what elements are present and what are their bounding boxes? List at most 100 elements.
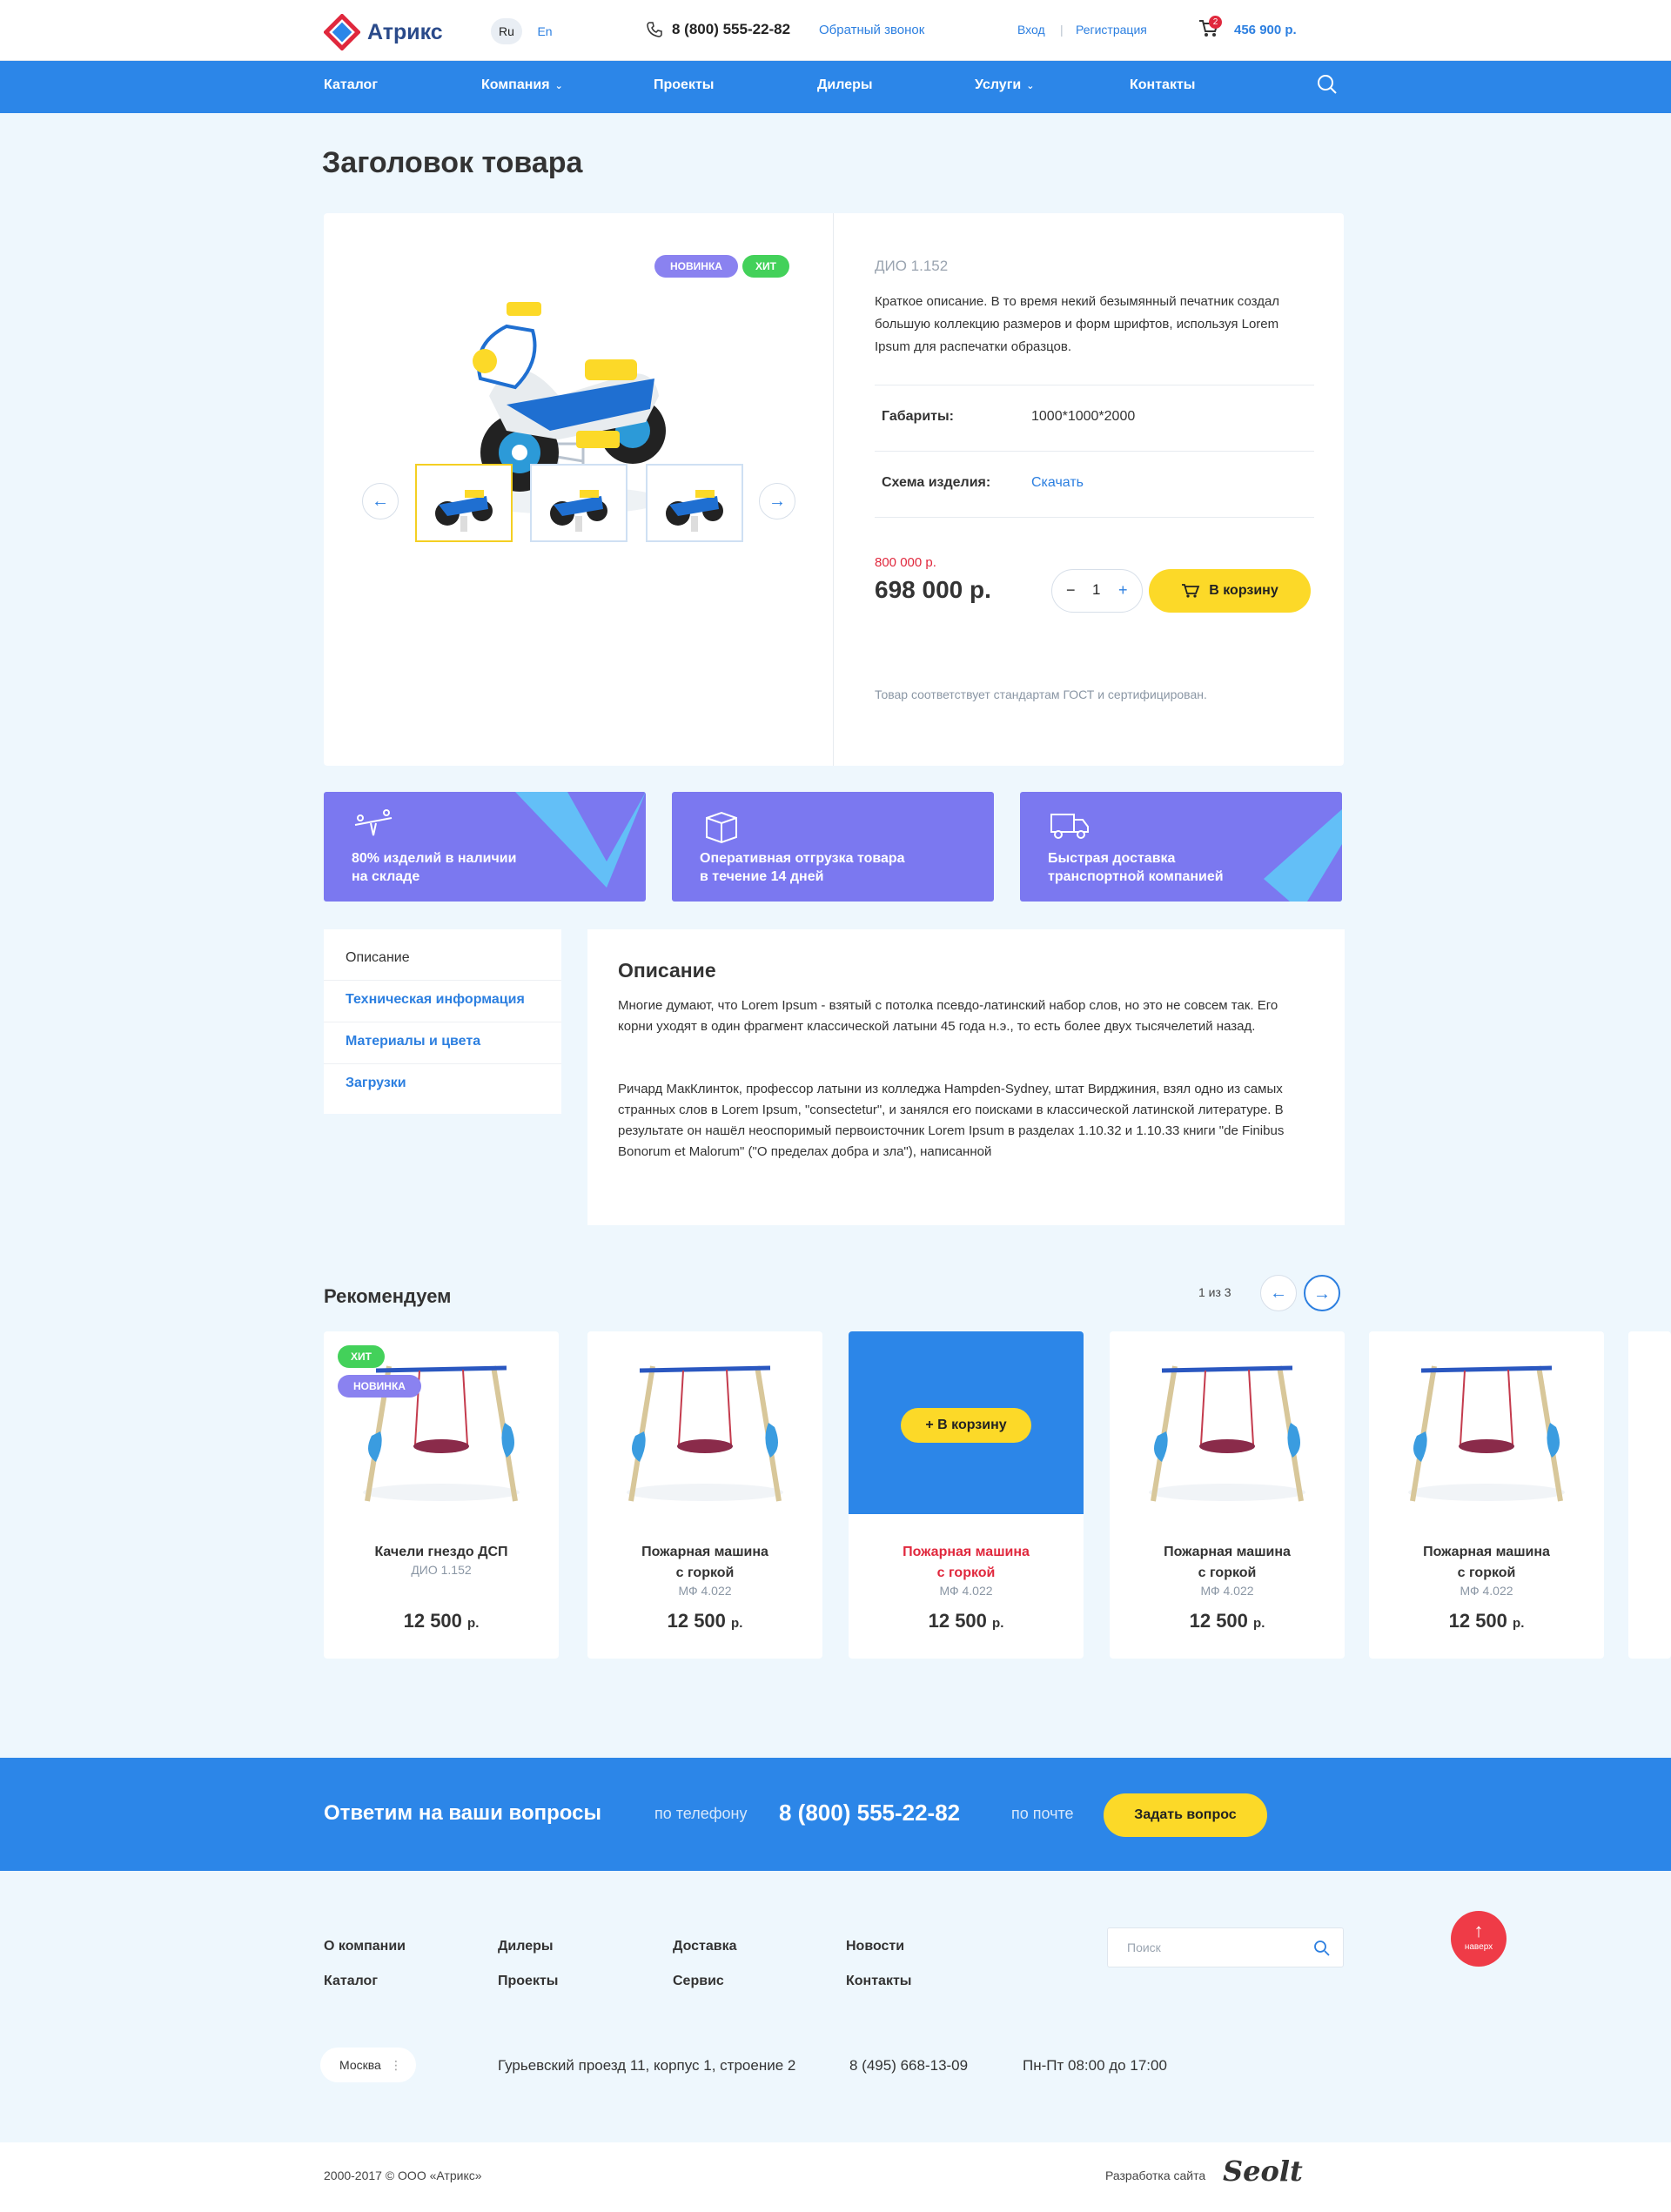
product-name[interactable]: Пожарная машина с горкой bbox=[1369, 1542, 1604, 1584]
product-name[interactable]: Пожарная машина с горкой bbox=[1110, 1542, 1345, 1584]
nav-company[interactable]: Компания ⌄ bbox=[481, 77, 563, 93]
product-sku: ДИО 1.152 bbox=[411, 1563, 472, 1577]
cart-icon bbox=[1182, 584, 1200, 598]
header-phone[interactable]: 8 (800) 555-22-82 bbox=[646, 21, 790, 38]
logo-text: Атрикс bbox=[367, 19, 443, 44]
logo[interactable]: Атрикс bbox=[323, 13, 443, 51]
cart-sum[interactable]: 456 900 р. bbox=[1234, 23, 1297, 37]
city-selector[interactable]: Москва ⋮ bbox=[320, 2048, 416, 2082]
tab-tech-info[interactable]: Техническая информация bbox=[346, 992, 525, 1008]
price-currency: р. bbox=[1253, 1616, 1265, 1631]
arrow-right-icon: → bbox=[1313, 1284, 1331, 1304]
footer-link-dealers[interactable]: Дилеры bbox=[498, 1939, 554, 1954]
product-name-line-2: с горкой bbox=[1198, 1565, 1257, 1580]
add-to-cart-button[interactable]: + В корзину bbox=[901, 1408, 1031, 1443]
qty-minus-button[interactable]: − bbox=[1066, 581, 1076, 600]
nav-label: Проекты bbox=[654, 77, 715, 92]
footer-link-catalog[interactable]: Каталог bbox=[324, 1974, 378, 1989]
price-value: 12 500 bbox=[667, 1610, 726, 1632]
footer-phone[interactable]: 8 (495) 668-13-09 bbox=[849, 2057, 968, 2075]
spec-value-dimensions: 1000*1000*2000 bbox=[1031, 409, 1136, 424]
recommend-prev-button[interactable]: ← bbox=[1260, 1275, 1297, 1311]
gallery-next-button[interactable]: → bbox=[759, 483, 795, 519]
footer-link-projects[interactable]: Проекты bbox=[498, 1974, 558, 1989]
product-name[interactable]: Качели гнездо ДСП bbox=[324, 1542, 559, 1563]
thumbnail-3[interactable] bbox=[646, 464, 743, 542]
callback-link[interactable]: Обратный звонок bbox=[819, 23, 924, 37]
feature-delivery: Быстрая доставка транспортной компанией bbox=[1020, 792, 1342, 902]
tab-downloads[interactable]: Загрузки bbox=[346, 1076, 406, 1091]
description-panel: Описание Многие думают, что Lorem Ipsum … bbox=[587, 929, 1345, 1225]
product-image[interactable] bbox=[1369, 1331, 1604, 1514]
description-paragraph-2: Ричард МакКлинток, профессор латыни из к… bbox=[618, 1082, 1285, 1159]
thumbnail-1[interactable] bbox=[415, 464, 513, 542]
developer-logo[interactable]: Seolt bbox=[1223, 2155, 1303, 2188]
product-card[interactable]: ХИТ НОВИНКА Качели гнездо ДСП ДИО 1.152 12 5… bbox=[324, 1331, 559, 1659]
price-value: 12 500 bbox=[403, 1610, 462, 1632]
download-scheme-link[interactable]: Скачать bbox=[1031, 475, 1084, 491]
feature-shipping: Оперативная отгрузка товара в течение 14 … bbox=[672, 792, 994, 902]
search-icon[interactable] bbox=[1313, 1940, 1331, 1957]
qty-value[interactable]: 1 bbox=[1092, 581, 1100, 599]
cta-phone[interactable]: 8 (800) 555-22-82 bbox=[779, 1800, 960, 1827]
footer-link-service[interactable]: Сервис bbox=[673, 1974, 724, 1989]
product-image[interactable] bbox=[587, 1331, 822, 1514]
cta-by-phone: по телефону bbox=[654, 1805, 748, 1822]
nav-services[interactable]: Услуги ⌄ bbox=[975, 77, 1034, 93]
recommend-next-button[interactable]: → bbox=[1304, 1275, 1340, 1311]
footer-link-about[interactable]: О компании bbox=[324, 1939, 406, 1954]
price-value: 12 500 bbox=[1189, 1610, 1248, 1632]
product-image[interactable] bbox=[1110, 1331, 1345, 1514]
product-price: 12 500 р. bbox=[1369, 1610, 1604, 1632]
footer-search-input[interactable]: Поиск bbox=[1107, 1927, 1344, 1967]
nav-label: Каталог bbox=[324, 77, 378, 92]
scroll-up-button[interactable]: ↑ наверх bbox=[1451, 1911, 1507, 1967]
product-card-peek bbox=[1628, 1331, 1671, 1659]
product-card[interactable]: Пожарная машина с горкой МФ 4.022 12 500 р. bbox=[1369, 1331, 1604, 1659]
login-link[interactable]: Вход bbox=[1017, 23, 1045, 37]
product-card[interactable]: Пожарная машина с горкой МФ 4.022 12 500 р. bbox=[587, 1331, 822, 1659]
footer-link-news[interactable]: Новости bbox=[846, 1939, 904, 1954]
tab-description[interactable]: Описание bbox=[346, 950, 410, 966]
city-name: Москва bbox=[339, 2058, 381, 2072]
nav-catalog[interactable]: Каталог bbox=[324, 77, 378, 93]
product-name-line-1: Пожарная машина bbox=[1164, 1545, 1291, 1559]
product-tabs: Описание Техническая информация Материал… bbox=[324, 929, 561, 1114]
nav-dealers[interactable]: Дилеры bbox=[817, 77, 873, 93]
feature-line-2: транспортной компанией bbox=[1048, 869, 1224, 884]
footer-link-delivery[interactable]: Доставка bbox=[673, 1939, 737, 1954]
price-currency: р. bbox=[992, 1616, 1004, 1631]
nav-contacts[interactable]: Контакты bbox=[1130, 77, 1195, 93]
feature-line-1: Оперативная отгрузка товара bbox=[700, 851, 905, 866]
copyright: 2000-2017 © ООО «Атрикс» bbox=[324, 2168, 482, 2182]
tab-materials[interactable]: Материалы и цвета bbox=[346, 1034, 480, 1049]
feature-line-1: 80% изделий в наличии bbox=[352, 851, 517, 866]
description-paragraph-1: Многие думают, что Lorem Ipsum - взятый … bbox=[618, 998, 1278, 1034]
chevron-down-icon: ⌄ bbox=[554, 81, 563, 91]
footer-link-contacts[interactable]: Контакты bbox=[846, 1974, 911, 1989]
nav-projects[interactable]: Проекты bbox=[654, 77, 714, 93]
register-link[interactable]: Регистрация bbox=[1076, 23, 1147, 37]
chevron-down-icon: ⌄ bbox=[1026, 81, 1035, 91]
product-name[interactable]: Пожарная машина с горкой bbox=[849, 1542, 1084, 1584]
spec-label-dimensions: Габариты: bbox=[882, 409, 954, 424]
product-card[interactable]: Пожарная машина с горкой МФ 4.022 12 500 р. bbox=[1110, 1331, 1345, 1659]
main-nav: Каталог Компания ⌄ Проекты Дилеры Услуги ⌄… bbox=[0, 61, 1671, 113]
page-title: Заголовок товара bbox=[322, 146, 583, 179]
product-card[interactable]: + В корзину Пожарная машина с горкой МФ 4.0… bbox=[849, 1331, 1084, 1659]
ask-question-button[interactable]: Задать вопрос bbox=[1104, 1793, 1267, 1837]
product-price: 12 500 р. bbox=[1110, 1610, 1345, 1632]
divider bbox=[324, 980, 561, 981]
lang-ru[interactable]: Ru bbox=[491, 18, 522, 44]
footer-address: Гурьевский проезд 11, корпус 1, строение… bbox=[498, 2057, 796, 2074]
scroll-up-label: наверх bbox=[1464, 1942, 1493, 1952]
product-price: 12 500 р. bbox=[324, 1610, 559, 1632]
product-name[interactable]: Пожарная машина с горкой bbox=[587, 1542, 822, 1584]
gallery-prev-button[interactable]: ← bbox=[362, 483, 399, 519]
add-to-cart-button[interactable]: В корзину bbox=[1149, 569, 1311, 613]
search-icon[interactable] bbox=[1316, 73, 1339, 100]
thumbnail-2[interactable] bbox=[530, 464, 627, 542]
lang-en[interactable]: En bbox=[529, 18, 560, 44]
cart-button[interactable]: 2 bbox=[1198, 16, 1222, 43]
qty-plus-button[interactable]: + bbox=[1118, 581, 1128, 600]
